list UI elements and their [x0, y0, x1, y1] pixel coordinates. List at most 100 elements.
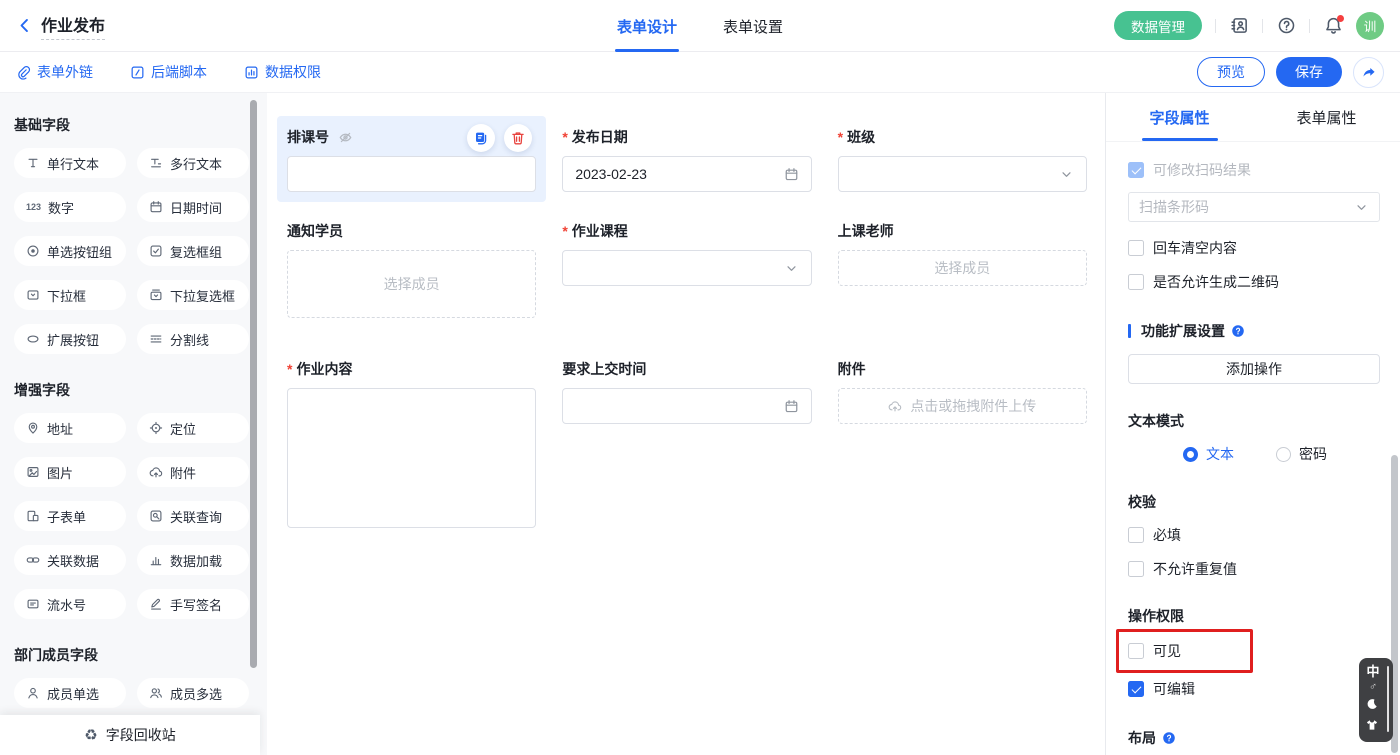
sidebar-item-subform[interactable]: 子表单 — [14, 501, 126, 531]
back-button[interactable] — [16, 17, 33, 34]
copy-field-button[interactable] — [467, 124, 495, 152]
male-symbol-icon[interactable]: ♂ — [1369, 682, 1377, 693]
lang-zh-icon[interactable]: 中 — [1366, 665, 1379, 678]
share-button[interactable] — [1353, 57, 1384, 88]
sidebar-item-member-multi[interactable]: 成员多选 — [137, 678, 249, 708]
sidebar-item-radio-group[interactable]: 单选按钮组 — [14, 236, 126, 266]
attachment-upload[interactable]: 点击或拖拽附件上传 — [838, 388, 1087, 424]
avatar[interactable]: 训 — [1356, 12, 1384, 40]
bar-chart-icon — [149, 553, 163, 567]
notification-bell[interactable] — [1323, 16, 1343, 36]
preview-button[interactable]: 预览 — [1197, 57, 1265, 87]
calendar-icon — [149, 200, 163, 214]
course-select[interactable] — [562, 250, 811, 286]
editable-checkbox[interactable] — [1128, 681, 1144, 697]
save-button[interactable]: 保存 — [1276, 57, 1342, 87]
sidebar-item-datetime[interactable]: 日期时间 — [137, 192, 249, 222]
canvas-field-attachment[interactable]: 附件 点击或拖拽附件上传 — [838, 358, 1087, 424]
tab-form-design[interactable]: 表单设计 — [617, 0, 677, 52]
enter-clear-checkbox[interactable] — [1128, 240, 1144, 256]
chevron-down-icon — [784, 261, 799, 276]
form-external-link[interactable]: 表单外链 — [16, 62, 93, 82]
option-visible[interactable]: 可见 — [1128, 641, 1250, 661]
sidebar-item-locate[interactable]: 定位 — [137, 413, 249, 443]
canvas-field-due-time[interactable]: 要求上交时间 — [562, 358, 811, 424]
sidebar-scrollbar[interactable] — [250, 100, 257, 668]
canvas-field-content[interactable]: *作业内容 — [287, 358, 536, 528]
field-label: 通知学员 — [287, 221, 343, 241]
data-manage-button[interactable]: 数据管理 — [1114, 11, 1202, 40]
contact-book-icon[interactable] — [1229, 16, 1249, 36]
sidebar-item-signature[interactable]: 手写签名 — [137, 589, 249, 619]
help-circle-icon[interactable] — [1276, 16, 1296, 36]
allow-qrcode-checkbox[interactable] — [1128, 274, 1144, 290]
sidebar-item-serial-number[interactable]: 流水号 — [14, 589, 126, 619]
sidebar-item-dropdown[interactable]: 下拉框 — [14, 280, 126, 310]
section-title-enhanced-fields: 增强字段 — [14, 380, 267, 400]
field-recycle-bin[interactable]: ♻ 字段回收站 — [0, 715, 260, 755]
teacher-picker[interactable]: 选择成员 — [838, 250, 1087, 286]
field-label: 上课老师 — [838, 221, 894, 241]
help-icon[interactable] — [1162, 731, 1177, 746]
sidebar-item-extend-button[interactable]: 扩展按钮 — [14, 324, 126, 354]
notify-students-picker[interactable]: 选择成员 — [287, 250, 536, 318]
sidebar-item-member-single[interactable]: 成员单选 — [14, 678, 126, 708]
page-title[interactable]: 作业发布 — [41, 12, 105, 40]
publish-date-input[interactable]: 2023-02-23 — [562, 156, 811, 192]
section-title-member-fields: 部门成员字段 — [14, 645, 267, 665]
option-no-duplicate[interactable]: 不允许重复值 — [1128, 559, 1380, 579]
option-allow-qrcode[interactable]: 是否允许生成二维码 — [1128, 272, 1380, 292]
canvas-field-teacher[interactable]: 上课老师 选择成员 — [838, 220, 1087, 286]
sidebar-item-divider[interactable]: 分割线 — [137, 324, 249, 354]
serial-number-icon — [26, 597, 40, 611]
sidebar-item-single-line-text[interactable]: 单行文本 — [14, 148, 126, 178]
canvas-field-publish-date[interactable]: *发布日期 2023-02-23 — [562, 126, 811, 192]
due-time-input[interactable] — [562, 388, 811, 424]
tab-form-settings[interactable]: 表单设置 — [723, 0, 783, 52]
sidebar-item-multi-line-text[interactable]: 多行文本 — [137, 148, 249, 178]
canvas-field-schedule-no[interactable]: 排课号 — [277, 116, 546, 202]
canvas-field-class[interactable]: *班级 — [838, 126, 1087, 192]
sidebar-item-image[interactable]: 图片 — [14, 457, 126, 487]
schedule-no-input[interactable] — [287, 156, 536, 192]
canvas-field-notify-students[interactable]: 通知学员 选择成员 — [287, 220, 536, 318]
sidebar-item-checkbox-group[interactable]: 复选框组 — [137, 236, 249, 266]
form-designer-app: 作业发布 表单设计 表单设置 数据管理 训 表单外链 后端脚本 数据权限 — [0, 0, 1400, 755]
section-layout: 布局 — [1128, 728, 1380, 748]
visible-checkbox[interactable] — [1128, 643, 1144, 659]
tab-form-properties[interactable]: 表单属性 — [1253, 93, 1400, 141]
sidebar-item-number[interactable]: 123数字 — [14, 192, 126, 222]
sidebar-item-linked-query[interactable]: 关联查询 — [137, 501, 249, 531]
sidebar-item-linked-data[interactable]: 关联数据 — [14, 545, 126, 575]
map-pin-icon — [26, 421, 40, 435]
content-textarea[interactable] — [287, 388, 536, 528]
moon-icon[interactable] — [1365, 697, 1382, 714]
sidebar-item-address[interactable]: 地址 — [14, 413, 126, 443]
extension-widget[interactable]: 中 ♂ — [1359, 658, 1393, 742]
option-enter-clear[interactable]: 回车清空内容 — [1128, 238, 1380, 258]
sidebar-item-dropdown-multi[interactable]: 下拉复选框 — [137, 280, 249, 310]
radio-text-mode[interactable]: 文本 — [1183, 444, 1234, 464]
chevron-down-icon — [1059, 167, 1074, 182]
required-checkbox[interactable] — [1128, 527, 1144, 543]
text-mode-radios: 文本 密码 — [1128, 444, 1380, 464]
add-action-button[interactable]: 添加操作 — [1128, 354, 1380, 384]
class-select[interactable] — [838, 156, 1087, 192]
radio-off — [1276, 447, 1291, 462]
option-required[interactable]: 必填 — [1128, 525, 1380, 545]
divider — [1215, 19, 1216, 33]
no-duplicate-checkbox[interactable] — [1128, 561, 1144, 577]
sidebar-item-attachment[interactable]: 附件 — [137, 457, 249, 487]
sidebar-item-data-load[interactable]: 数据加载 — [137, 545, 249, 575]
data-permission-link[interactable]: 数据权限 — [244, 62, 321, 82]
divider-icon — [149, 332, 163, 346]
help-icon[interactable] — [1231, 324, 1246, 339]
delete-field-button[interactable] — [504, 124, 532, 152]
canvas-field-course[interactable]: *作业课程 — [562, 220, 811, 286]
backend-script-link[interactable]: 后端脚本 — [130, 62, 207, 82]
radio-password-mode[interactable]: 密码 — [1276, 444, 1327, 464]
option-editable[interactable]: 可编辑 — [1128, 679, 1380, 699]
publish-date-value: 2023-02-23 — [575, 166, 647, 182]
tab-field-properties[interactable]: 字段属性 — [1106, 93, 1253, 141]
tshirt-icon[interactable] — [1365, 718, 1382, 735]
